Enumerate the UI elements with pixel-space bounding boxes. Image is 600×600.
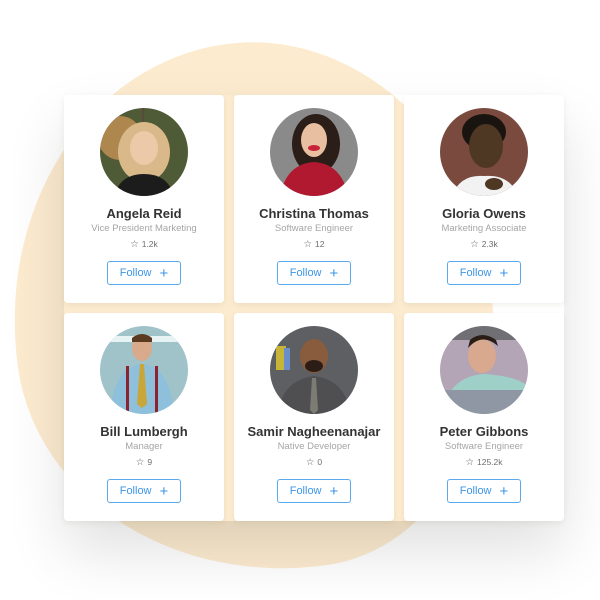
profile-name: Peter Gibbons xyxy=(439,424,529,439)
star-count: ☆ 1.2k xyxy=(64,239,224,250)
star-icon: ☆ xyxy=(305,457,315,468)
star-count-value: 9 xyxy=(147,457,153,467)
star-count-value: 2.3k xyxy=(481,239,498,249)
follow-label: Follow xyxy=(459,485,492,497)
profile-card: Gloria Owens Marketing Associate ☆ 2.3k F… xyxy=(404,95,564,303)
star-icon: ☆ xyxy=(303,239,313,250)
profile-name: Gloria Owens xyxy=(442,206,526,221)
star-icon: ☆ xyxy=(470,239,479,250)
star-icon: ☆ xyxy=(135,457,145,468)
profile-title: Native Developer xyxy=(277,441,351,452)
follow-button[interactable]: Follow + xyxy=(447,261,521,285)
star-icon: ☆ xyxy=(130,239,139,250)
profile-card: Christina Thomas Software Engineer ☆ 12 F… xyxy=(234,95,394,303)
profile-title: Software Engineer xyxy=(274,223,354,234)
avatar xyxy=(270,326,358,414)
follow-label: Follow xyxy=(459,267,492,279)
profile-title: Manager xyxy=(125,441,163,452)
follow-label: Follow xyxy=(289,485,322,497)
star-count: ☆ 12 xyxy=(234,239,394,250)
star-count-value: 1.2k xyxy=(141,239,158,249)
follow-button[interactable]: Follow + xyxy=(447,479,521,503)
profile-card: Samir Nagheenanajar Native Developer ☆ 0 … xyxy=(234,313,394,521)
plus-icon: + xyxy=(329,264,339,282)
plus-icon: + xyxy=(499,264,509,282)
star-count: ☆ 2.3k xyxy=(404,239,564,250)
profile-card: Bill Lumbergh Manager ☆ 9 Follow + xyxy=(64,313,224,521)
avatar-photo-peter xyxy=(440,326,528,414)
profile-name: Angela Reid xyxy=(106,206,182,221)
plus-icon: + xyxy=(499,482,509,500)
avatar-photo-bill xyxy=(100,326,188,414)
follow-button[interactable]: Follow + xyxy=(277,261,351,285)
plus-icon: + xyxy=(329,482,339,500)
profile-name: Bill Lumbergh xyxy=(100,424,188,439)
follow-button[interactable]: Follow + xyxy=(107,261,181,285)
star-count: ☆ 125.2k xyxy=(404,457,564,468)
star-count-value: 125.2k xyxy=(477,457,503,467)
avatar xyxy=(440,108,528,196)
avatar xyxy=(440,326,528,414)
avatar-photo-christina xyxy=(270,108,358,196)
avatar-photo-samir xyxy=(270,326,358,414)
follow-label: Follow xyxy=(119,485,152,497)
star-count: ☆ 0 xyxy=(234,457,394,468)
profile-title: Vice President Marketing xyxy=(91,223,197,234)
avatar-photo-gloria xyxy=(440,108,528,196)
profile-title: Software Engineer xyxy=(444,441,524,452)
follow-button[interactable]: Follow + xyxy=(277,479,351,503)
avatar xyxy=(100,108,188,196)
profile-card: Peter Gibbons Software Engineer ☆ 125.2k … xyxy=(404,313,564,521)
star-count-value: 0 xyxy=(317,457,323,467)
profile-title: Marketing Associate xyxy=(441,223,527,234)
avatar-photo-angela xyxy=(100,108,188,196)
plus-icon: + xyxy=(159,264,169,282)
profile-name: Christina Thomas xyxy=(259,206,369,221)
follow-label: Follow xyxy=(289,267,322,279)
avatar xyxy=(100,326,188,414)
profile-cards-showcase: Angela Reid Vice President Marketing ☆ 1.… xyxy=(0,0,600,600)
follow-button[interactable]: Follow + xyxy=(107,479,181,503)
plus-icon: + xyxy=(159,482,169,500)
follow-label: Follow xyxy=(119,267,152,279)
star-count: ☆ 9 xyxy=(64,457,224,468)
avatar xyxy=(270,108,358,196)
star-icon: ☆ xyxy=(465,457,474,468)
profile-card: Angela Reid Vice President Marketing ☆ 1.… xyxy=(64,95,224,303)
star-count-value: 12 xyxy=(315,239,325,249)
profile-name: Samir Nagheenanajar xyxy=(247,424,381,439)
